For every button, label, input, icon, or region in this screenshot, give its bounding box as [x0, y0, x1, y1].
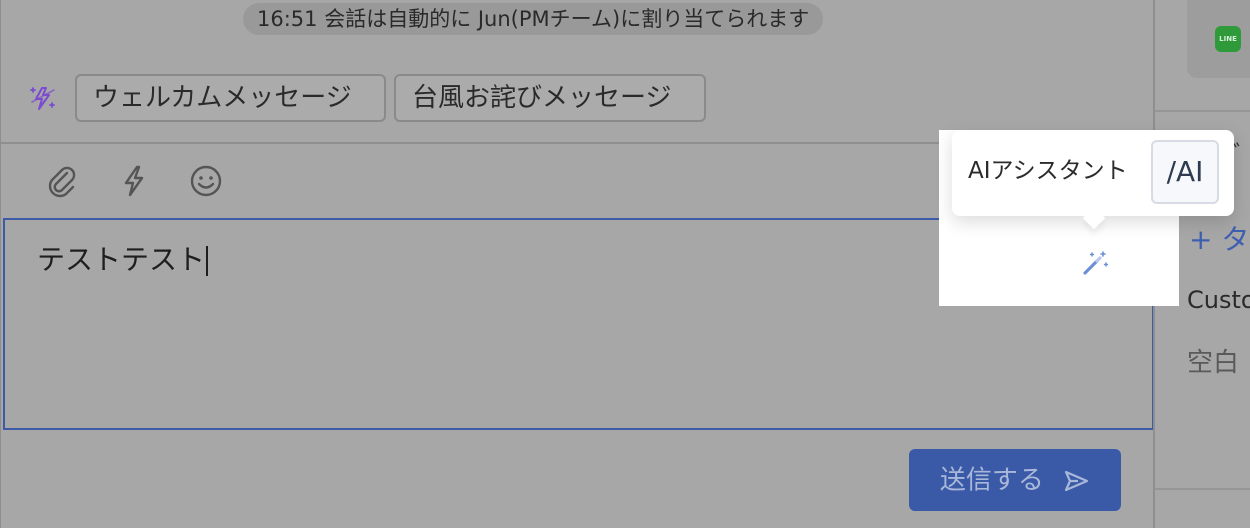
send-button-label: 送信する: [939, 465, 1044, 496]
system-message: 16:51 会話は自動的に Jun(PMチーム)に割り当てられます: [243, 3, 824, 35]
custom-field-label: Custo: [1187, 286, 1250, 314]
paperclip-icon[interactable]: [43, 162, 81, 200]
sidebar-mark: ゛: [1233, 142, 1250, 167]
send-icon: [1065, 470, 1089, 491]
spotlight-area: [939, 216, 1179, 306]
ai-sparkle-icon: [27, 82, 59, 114]
divider: [1155, 110, 1250, 112]
message-input-text: テストテスト: [37, 243, 206, 276]
bolt-icon[interactable]: [115, 162, 153, 200]
template-chip-welcome[interactable]: ウェルカムメッセージ: [75, 74, 386, 122]
tooltip-label: AIアシスタント: [968, 158, 1128, 184]
ai-assistant-tooltip: AIアシスタント /AI: [952, 130, 1234, 216]
magic-wand-icon[interactable]: [1080, 248, 1110, 278]
custom-field-value: 空白: [1187, 348, 1240, 378]
smiley-icon[interactable]: [187, 162, 225, 200]
line-icon: LINE: [1215, 26, 1241, 52]
divider: [1155, 488, 1250, 490]
add-tag-link[interactable]: + タ: [1189, 218, 1249, 258]
text-caret: [206, 246, 209, 276]
template-chip-typhoon-apology[interactable]: 台風お詫びメッセージ: [394, 74, 706, 122]
send-button[interactable]: 送信する: [909, 449, 1121, 511]
shortcut-key: /AI: [1151, 140, 1219, 204]
